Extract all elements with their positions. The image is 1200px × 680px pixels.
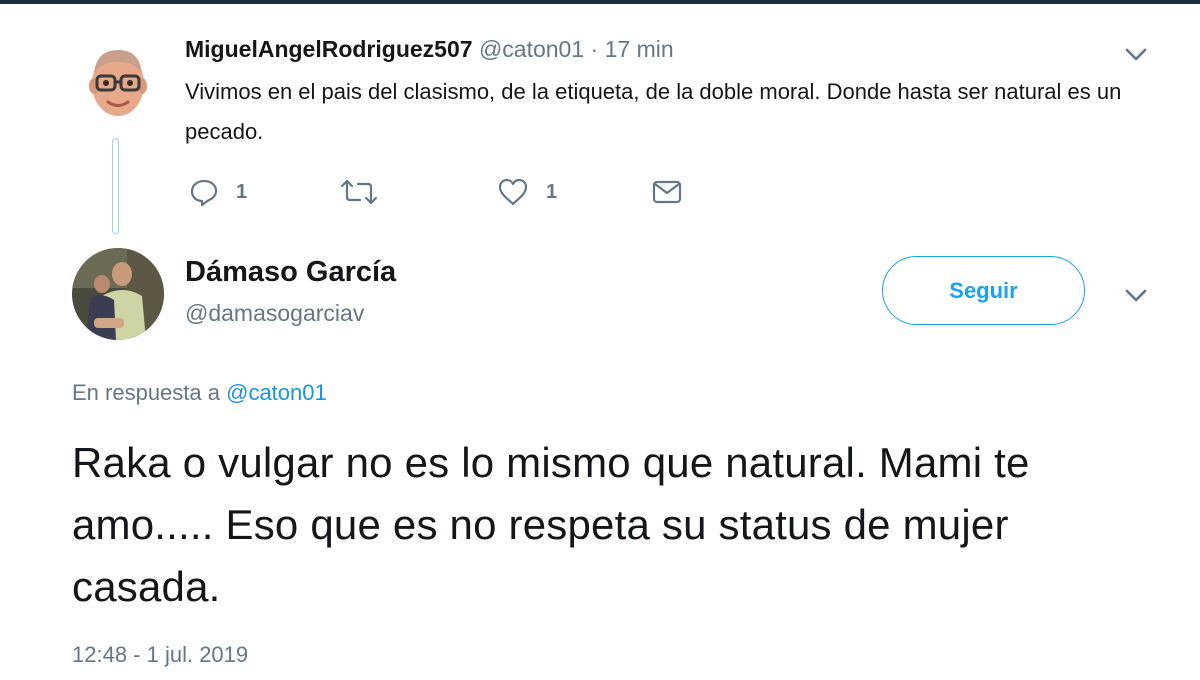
chevron-down-icon[interactable] [1122,44,1150,64]
main-tweet-text: Raka o vulgar no es lo mismo que natural… [72,439,1030,610]
top-border [0,0,1200,4]
like-button[interactable]: 1 [497,172,557,212]
like-count: 1 [546,180,558,203]
retweet-button[interactable] [340,172,378,212]
reply-context: En respuesta a @caton01 [72,380,327,406]
profile-photo-image [72,248,164,340]
main-tweet-avatar[interactable] [72,248,164,340]
reply-count: 1 [236,180,248,203]
tweet-timestamp[interactable]: 12:48 - 1 jul. 2019 [72,642,248,668]
parent-tweet-text: Vivimos en el pais del clasismo, de la e… [185,79,1122,144]
parent-tweet-header: MiguelAngelRodriguez507 @caton01 · 17 mi… [185,36,674,63]
parent-display-name[interactable]: MiguelAngelRodriguez507 [185,36,473,62]
thread-connector-line [112,138,119,234]
direct-message-icon [652,180,682,204]
follow-button[interactable]: Seguir [882,256,1085,325]
parent-tweet-actions: 1 1 [185,172,725,212]
like-icon [498,178,528,206]
reply-prefix: En respuesta a [72,380,220,405]
retweet-icon [340,179,378,205]
memoji-avatar-image [89,50,147,116]
chevron-down-icon[interactable] [1122,285,1150,305]
reply-handle-link[interactable]: @caton01 [226,380,327,405]
parent-handle[interactable]: @caton01 [479,36,584,62]
reply-icon [190,179,218,207]
parent-tweet-avatar[interactable] [86,40,150,124]
reply-button[interactable]: 1 [189,172,247,212]
parent-time[interactable]: 17 min [605,36,674,62]
parent-separator: · [590,36,599,62]
direct-message-button[interactable] [651,172,683,212]
main-display-name[interactable]: Dámaso García [185,256,396,289]
main-handle[interactable]: @damasogarciav [185,300,364,327]
tweet-thread-view: MiguelAngelRodriguez507 @caton01 · 17 mi… [0,0,1200,680]
